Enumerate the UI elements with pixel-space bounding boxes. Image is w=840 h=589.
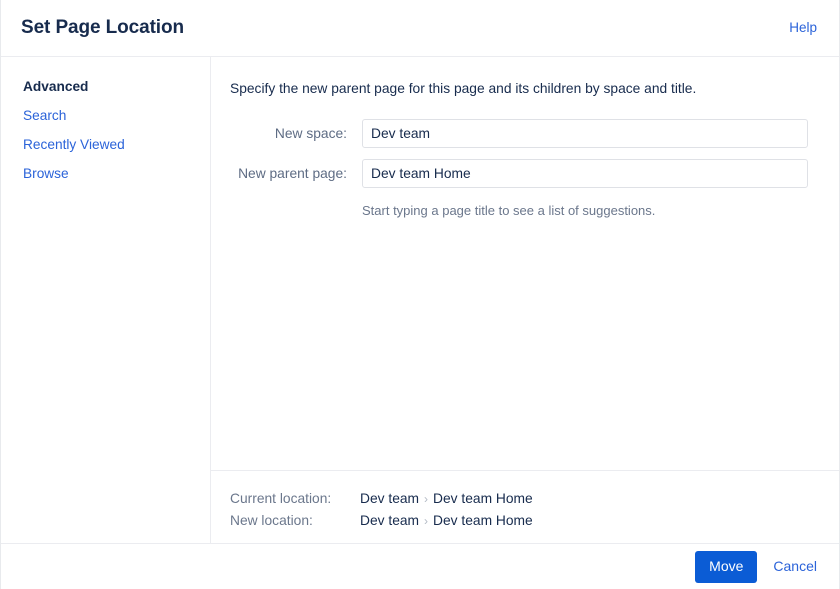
sidebar: Advanced Search Recently Viewed Browse: [1, 57, 211, 543]
new-space-row: New space:: [230, 119, 819, 148]
page-title: Set Page Location: [21, 16, 184, 40]
current-location-label: Current location:: [230, 489, 360, 509]
breadcrumb-page[interactable]: Dev team Home: [433, 489, 533, 509]
new-parent-page-row: New parent page:: [230, 159, 819, 188]
form-area: Specify the new parent page for this pag…: [211, 57, 839, 470]
sidebar-item-advanced[interactable]: Advanced: [23, 77, 88, 96]
chevron-right-icon: ›: [424, 489, 428, 509]
instruction-text: Specify the new parent page for this pag…: [230, 79, 819, 99]
new-location-breadcrumb: Dev team › Dev team Home: [360, 511, 533, 531]
breadcrumb-space[interactable]: Dev team: [360, 511, 419, 531]
new-parent-page-input[interactable]: [362, 159, 808, 188]
content-panel: Specify the new parent page for this pag…: [211, 57, 839, 543]
move-button[interactable]: Move: [695, 551, 757, 583]
new-space-input[interactable]: [362, 119, 808, 148]
new-parent-page-label: New parent page:: [230, 164, 362, 184]
parent-page-hint: Start typing a page title to see a list …: [362, 199, 655, 220]
sidebar-item-search[interactable]: Search: [23, 106, 66, 125]
location-summary: Current location: Dev team › Dev team Ho…: [211, 470, 839, 543]
help-link[interactable]: Help: [789, 18, 817, 38]
cancel-button[interactable]: Cancel: [771, 554, 819, 579]
dialog-footer: Move Cancel: [1, 543, 839, 589]
dialog-body: Advanced Search Recently Viewed Browse S…: [1, 57, 839, 543]
new-space-label: New space:: [230, 124, 362, 144]
breadcrumb-page[interactable]: Dev team Home: [433, 511, 533, 531]
current-location-row: Current location: Dev team › Dev team Ho…: [230, 489, 819, 509]
chevron-right-icon: ›: [424, 511, 428, 531]
sidebar-item-browse[interactable]: Browse: [23, 164, 69, 183]
hint-row: Start typing a page title to see a list …: [230, 199, 819, 220]
current-location-breadcrumb: Dev team › Dev team Home: [360, 489, 533, 509]
hint-spacer: [230, 199, 362, 220]
breadcrumb-space[interactable]: Dev team: [360, 489, 419, 509]
dialog-header: Set Page Location Help: [1, 0, 839, 57]
sidebar-item-recently-viewed[interactable]: Recently Viewed: [23, 135, 125, 154]
new-location-label: New location:: [230, 511, 360, 531]
new-location-row: New location: Dev team › Dev team Home: [230, 511, 819, 531]
set-page-location-dialog: Set Page Location Help Advanced Search R…: [0, 0, 840, 589]
